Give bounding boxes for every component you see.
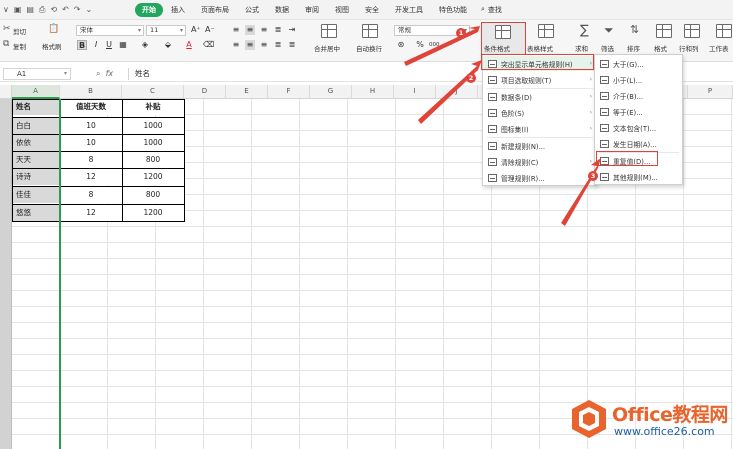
- office-logo-icon: [572, 400, 606, 438]
- arrow-step-3: [561, 158, 601, 226]
- watermark-title: Office教程网: [612, 404, 728, 426]
- arrow-step-2: [418, 60, 482, 124]
- watermark-logo: Office教程网 www.office26.com: [568, 398, 733, 444]
- watermark-url: www.office26.com: [614, 425, 715, 438]
- annotation-arrows: [404, 26, 601, 226]
- step-badge-1: 1: [456, 28, 466, 38]
- step-badge-3: 3: [588, 171, 598, 181]
- arrow-step-1: [404, 26, 480, 66]
- step-badge-2: 2: [466, 73, 476, 83]
